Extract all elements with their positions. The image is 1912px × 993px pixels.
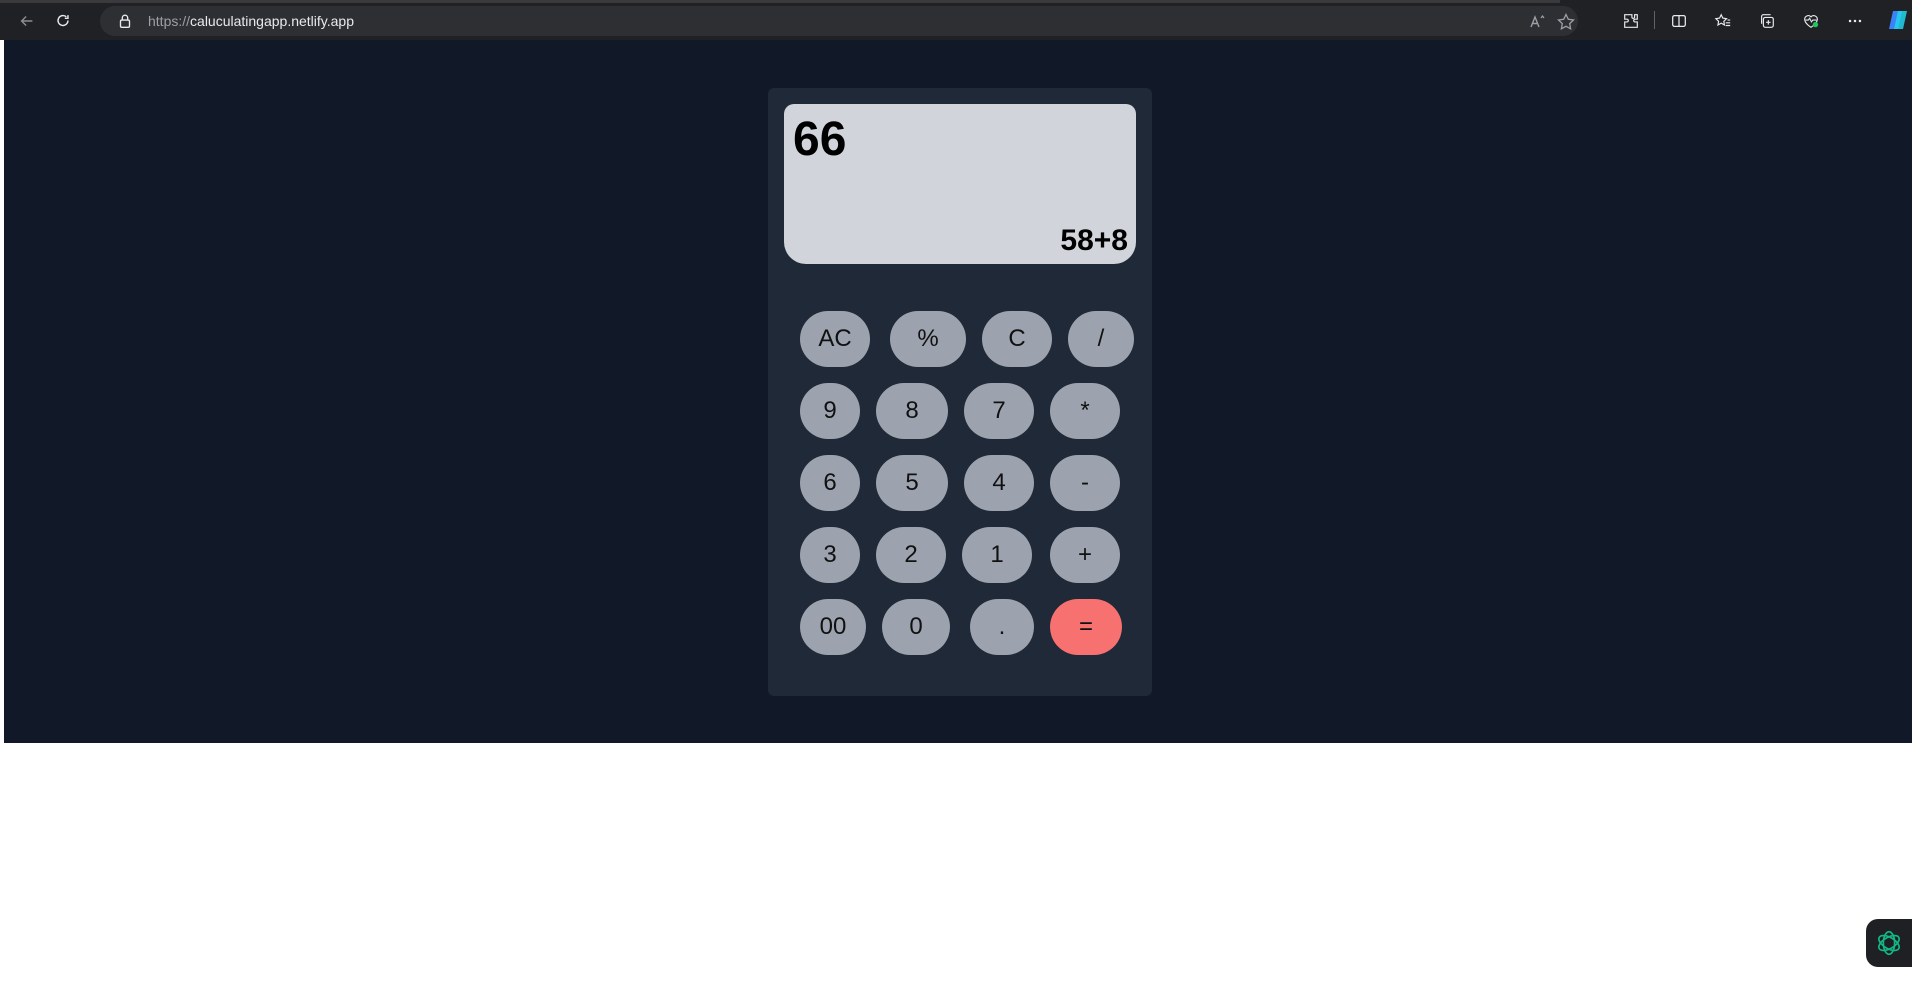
- digit-6-button[interactable]: 6: [800, 455, 860, 511]
- more-icon[interactable]: [1844, 10, 1866, 32]
- clear-button[interactable]: C: [982, 311, 1052, 367]
- read-aloud-icon[interactable]: [1528, 12, 1548, 32]
- expression-text: 58+8: [1060, 224, 1128, 257]
- collections-icon[interactable]: [1756, 10, 1778, 32]
- page-viewport: 66 58+8 AC % C / 9 8 7 * 6 5 4 - 3 2 1 +…: [4, 40, 1912, 993]
- digit-1-button[interactable]: 1: [962, 527, 1032, 583]
- app-background: 66 58+8 AC % C / 9 8 7 * 6 5 4 - 3 2 1 +…: [4, 40, 1912, 743]
- divide-button[interactable]: /: [1068, 311, 1134, 367]
- toolbar-separator: [1654, 11, 1655, 29]
- digit-7-button[interactable]: 7: [964, 383, 1034, 439]
- favorite-star-icon[interactable]: [1556, 12, 1576, 32]
- plus-button[interactable]: +: [1050, 527, 1120, 583]
- split-screen-icon[interactable]: [1668, 10, 1690, 32]
- decimal-button[interactable]: .: [970, 599, 1034, 655]
- result-text: 66: [793, 113, 847, 166]
- tab-strip-edge: [0, 0, 1560, 3]
- digit-4-button[interactable]: 4: [964, 455, 1034, 511]
- equals-button[interactable]: =: [1050, 599, 1122, 655]
- url-protocol: https://: [148, 13, 191, 29]
- url-text[interactable]: https://caluculatingapp.netlify.app: [148, 13, 354, 29]
- lock-icon[interactable]: [116, 12, 134, 30]
- percent-button[interactable]: %: [890, 311, 966, 367]
- browser-toolbar: https://caluculatingapp.netlify.app: [0, 0, 1912, 40]
- favorites-icon[interactable]: [1712, 10, 1734, 32]
- digit-2-button[interactable]: 2: [876, 527, 946, 583]
- digit-3-button[interactable]: 3: [800, 527, 860, 583]
- digit-5-button[interactable]: 5: [876, 455, 948, 511]
- extensions-icon[interactable]: [1620, 10, 1642, 32]
- minus-button[interactable]: -: [1050, 455, 1120, 511]
- digit-0-button[interactable]: 0: [882, 599, 950, 655]
- digit-9-button[interactable]: 9: [800, 383, 860, 439]
- multiply-button[interactable]: *: [1050, 383, 1120, 439]
- digit-8-button[interactable]: 8: [876, 383, 948, 439]
- back-icon[interactable]: [14, 8, 40, 34]
- copilot-icon[interactable]: [1886, 8, 1910, 32]
- url-host: caluculatingapp.netlify.app: [190, 13, 354, 29]
- floating-assistant-button[interactable]: [1866, 919, 1912, 967]
- calculator-panel: 66 58+8 AC % C / 9 8 7 * 6 5 4 - 3 2 1 +…: [768, 88, 1152, 696]
- ac-button[interactable]: AC: [800, 311, 870, 367]
- browser-essentials-icon[interactable]: [1800, 10, 1822, 32]
- openai-icon: [1878, 930, 1900, 956]
- address-bar[interactable]: https://caluculatingapp.netlify.app: [100, 6, 1578, 36]
- calculator-display: 66 58+8: [784, 104, 1136, 264]
- double-zero-button[interactable]: 00: [800, 599, 866, 655]
- refresh-icon[interactable]: [50, 8, 76, 34]
